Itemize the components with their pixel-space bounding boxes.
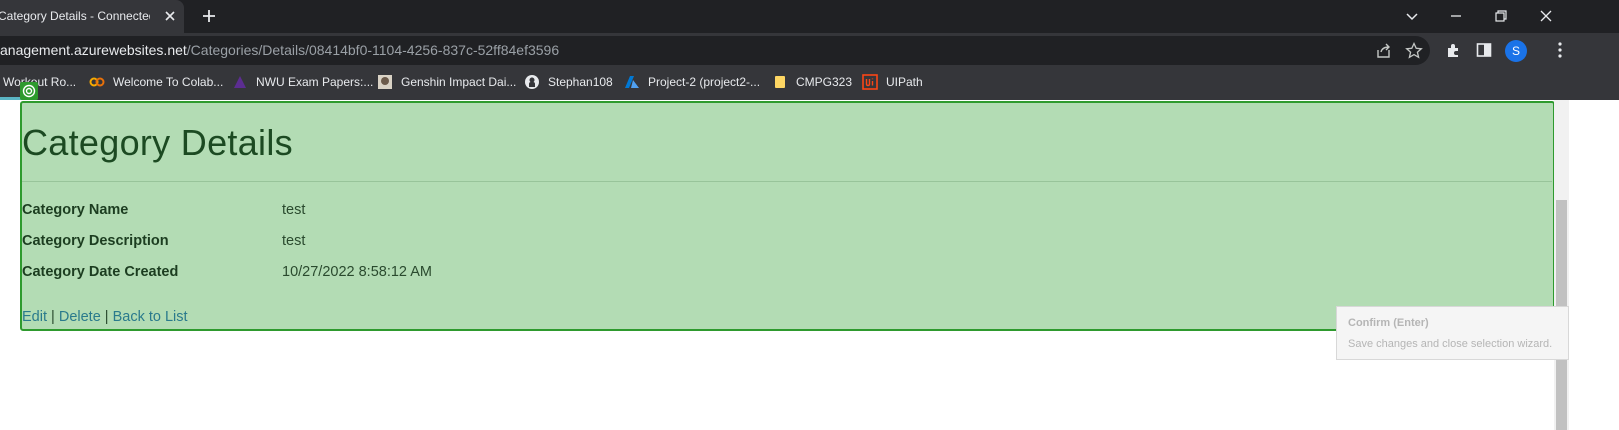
bookmark-label: Workout Ro... bbox=[3, 75, 77, 89]
action-links: Edit | Delete | Back to List bbox=[22, 309, 188, 325]
colab-icon bbox=[89, 77, 105, 87]
bookmark-label: Welcome To Colab... bbox=[113, 75, 224, 89]
field-value-category-description: test bbox=[282, 233, 306, 249]
bookmark-azure[interactable]: Project-2 (project2-... bbox=[624, 72, 760, 92]
field-label-category-name: Category Name bbox=[22, 202, 129, 218]
restore-icon[interactable] bbox=[1490, 5, 1512, 27]
browser-tab[interactable]: Category Details - Connected Of bbox=[0, 0, 184, 33]
address-bar[interactable]: anagement.azurewebsites.net/Categories/D… bbox=[0, 36, 1430, 65]
azure-icon bbox=[625, 76, 639, 88]
new-tab-icon[interactable] bbox=[199, 6, 219, 26]
url-path: /Categories/Details/08414bf0-1104-4256-8… bbox=[186, 42, 560, 58]
tab-title: Category Details - Connected Of bbox=[0, 9, 150, 23]
address-url: anagement.azurewebsites.net/Categories/D… bbox=[0, 42, 559, 58]
target-icon[interactable] bbox=[20, 82, 38, 100]
uipath-icon bbox=[862, 74, 878, 90]
browser-toolbar: anagement.azurewebsites.net/Categories/D… bbox=[0, 33, 1619, 67]
github-icon bbox=[525, 75, 539, 89]
bookmark-label: Genshin Impact Dai... bbox=[401, 75, 517, 89]
close-window-icon[interactable] bbox=[1535, 5, 1557, 27]
genshin-icon bbox=[378, 75, 392, 89]
folder-icon bbox=[775, 76, 785, 88]
tooltip-title: Confirm (Enter) bbox=[1348, 317, 1429, 329]
back-to-list-link[interactable]: Back to List bbox=[113, 309, 188, 325]
field-label-date-created: Category Date Created bbox=[22, 264, 179, 280]
bookmark-label: Project-2 (project2-... bbox=[648, 75, 761, 89]
more-menu-icon[interactable] bbox=[1553, 41, 1567, 59]
side-panel-icon[interactable] bbox=[1475, 41, 1493, 59]
tab-close-icon[interactable] bbox=[160, 6, 180, 26]
bookmark-label: UIPath bbox=[886, 75, 923, 89]
profile-avatar[interactable]: S bbox=[1505, 40, 1527, 62]
bookmark-label: CMPG323 bbox=[796, 75, 853, 89]
tooltip-description: Save changes and close selection wizard. bbox=[1348, 338, 1553, 350]
bookmark-label: NWU Exam Papers:... bbox=[256, 75, 374, 89]
nwu-icon bbox=[234, 76, 246, 88]
tab-search-chevron-icon[interactable] bbox=[1401, 5, 1423, 27]
page-title: Category Details bbox=[22, 122, 293, 163]
delete-link[interactable]: Delete bbox=[59, 309, 101, 325]
edit-link[interactable]: Edit bbox=[22, 309, 47, 325]
link-separator: | bbox=[104, 309, 109, 325]
bookmark-nwu[interactable]: NWU Exam Papers:... bbox=[232, 72, 373, 92]
bookmarks-bar: Workout Ro... Welcome To Colab... NWU Ex… bbox=[0, 67, 1619, 97]
field-value-category-name: test bbox=[282, 202, 306, 218]
bookmark-label: Stephan108 bbox=[548, 75, 613, 89]
extensions-icon[interactable] bbox=[1445, 41, 1463, 59]
bookmark-workout[interactable]: Workout Ro... bbox=[3, 72, 76, 92]
field-label-category-description: Category Description bbox=[22, 233, 169, 249]
bookmark-colab[interactable]: Welcome To Colab... bbox=[89, 72, 223, 92]
bookmark-cmpg323[interactable]: CMPG323 bbox=[772, 72, 852, 92]
link-separator: | bbox=[51, 309, 55, 325]
bookmark-uipath[interactable]: UIPath bbox=[862, 72, 923, 92]
field-value-date-created: 10/27/2022 8:58:12 AM bbox=[282, 264, 432, 280]
share-icon[interactable] bbox=[1374, 41, 1394, 61]
browser-titlebar: Category Details - Connected Of bbox=[0, 0, 1619, 33]
bookmark-genshin[interactable]: Genshin Impact Dai... bbox=[377, 72, 516, 92]
confirm-tooltip: Confirm (Enter) Save changes and close s… bbox=[1336, 306, 1569, 360]
bookmark-github[interactable]: Stephan108 bbox=[524, 72, 613, 92]
url-host: anagement.azurewebsites.net bbox=[0, 42, 187, 58]
minimize-icon[interactable] bbox=[1445, 5, 1467, 27]
heading-divider bbox=[22, 181, 1552, 182]
bookmark-star-icon[interactable] bbox=[1404, 41, 1424, 61]
